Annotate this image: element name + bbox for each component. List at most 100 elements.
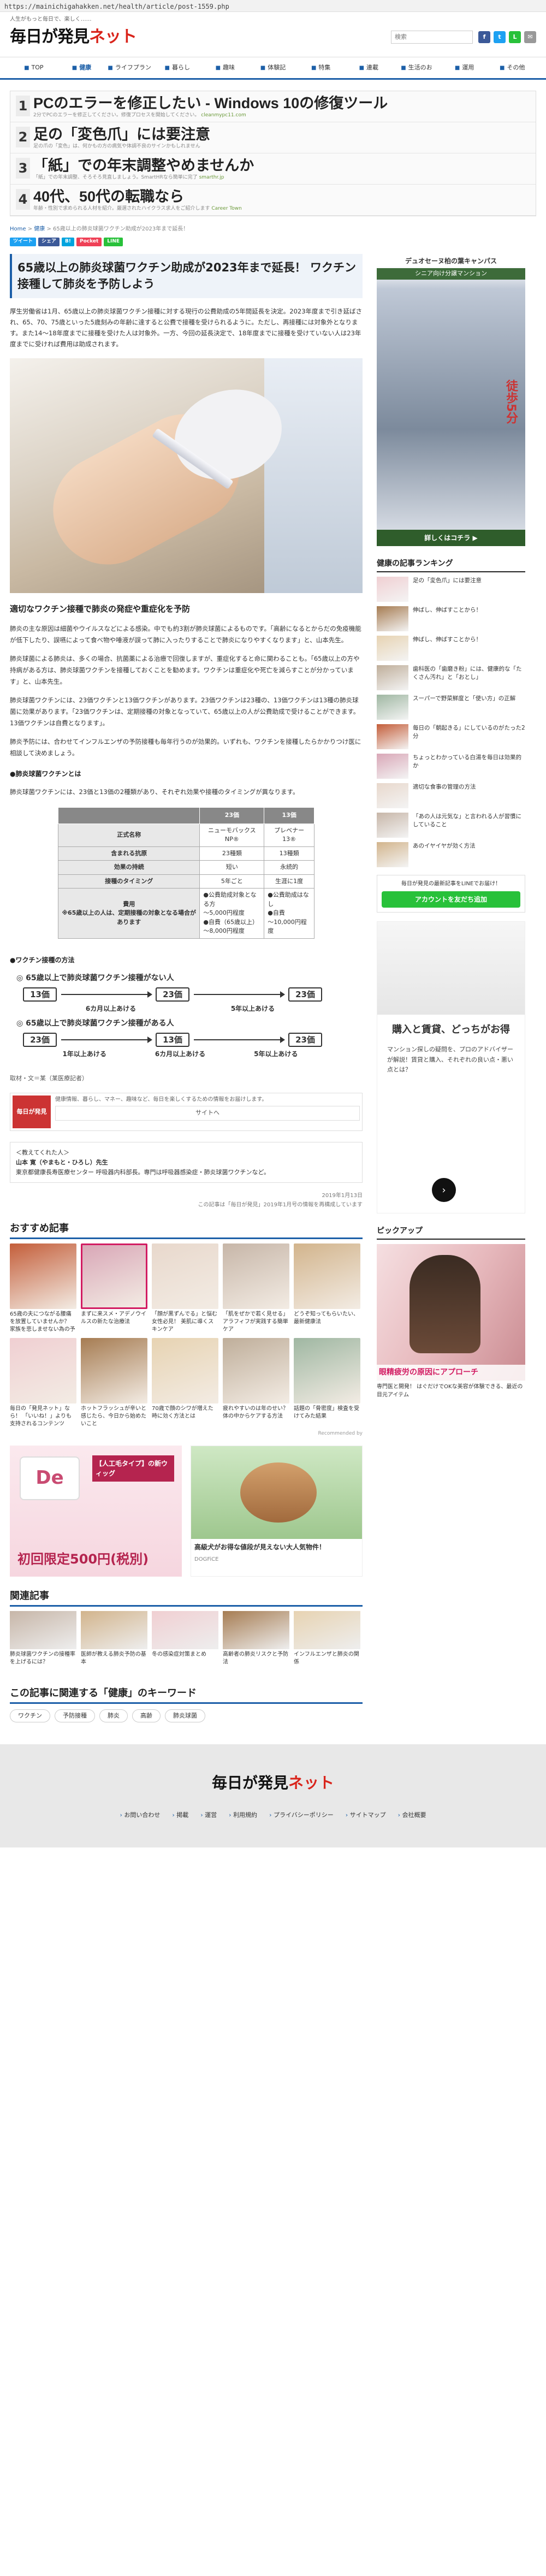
- related-item[interactable]: 高齢者の肺炎リスクと予防法: [223, 1610, 289, 1674]
- schedule-box: 23価: [288, 987, 322, 1002]
- nav-item[interactable]: ■ 運用: [441, 57, 489, 78]
- ranking-thumb: [377, 783, 408, 808]
- keyword-tag[interactable]: 肺炎: [99, 1709, 128, 1723]
- top-ad-title[interactable]: 40代、50代の転職なら: [33, 189, 530, 205]
- share-button[interactable]: ツイート: [10, 238, 37, 246]
- site-logo[interactable]: 毎日が発見ネット: [10, 25, 137, 49]
- top-ad-url[interactable]: cleanmypc11.com: [201, 112, 246, 118]
- related-thumb: [81, 1610, 147, 1649]
- ranking-item[interactable]: 「あの人は元気な」と言われる人が習慣にしていること: [377, 813, 525, 838]
- ranking-item[interactable]: ちょっとわかっている白湯を毎日は効果的か: [377, 754, 525, 779]
- share-icon[interactable]: ✉: [524, 31, 536, 43]
- recommend-card[interactable]: 毎日の「発見ネット」なら！ 「いいね！」よりも支持されるコンテンツ: [10, 1338, 76, 1428]
- top-ad-title[interactable]: PCのエラーを修正したい - Windows 10の修復ツール: [33, 96, 530, 112]
- ranking-thumb: [377, 813, 408, 838]
- ranking-item[interactable]: 毎日の「朝起きる」にしているのがたった2分: [377, 724, 525, 749]
- nav-item[interactable]: ■ 生活のお: [393, 57, 441, 78]
- footer-link[interactable]: プライバシーポリシー: [269, 1811, 334, 1820]
- ranking-item[interactable]: スーパーで野菜鮮度と「使い方」の正解: [377, 695, 525, 720]
- recommend-card[interactable]: 話題の「骨密度」検査を受けてみた結果: [294, 1338, 360, 1428]
- related-item[interactable]: インフルエンザと肺炎の関係: [294, 1610, 360, 1674]
- ranking-item[interactable]: 足の「変色爪」には要注意: [377, 577, 525, 602]
- nav-item[interactable]: ■ 暮らし: [153, 57, 201, 78]
- book-icon: ■: [359, 64, 365, 71]
- footer-link[interactable]: 掲載: [172, 1811, 188, 1820]
- nav-item[interactable]: ■ ライフプラン: [105, 57, 153, 78]
- top-ad-item[interactable]: 1 PCのエラーを修正したい - Windows 10の修復ツール 2分でPCのエラ…: [10, 91, 536, 122]
- ad-wig[interactable]: De 【人工毛タイプ】の新ウィッグ 初回限定500円(税別): [10, 1445, 182, 1577]
- ranking-item[interactable]: 伸ばし、伸ばすことから！: [377, 636, 525, 661]
- recommend-card[interactable]: 65歳の夫につながる腰痛を放置していませんか？ 家族を悲しませない為の予防法: [10, 1243, 76, 1334]
- recommend-card[interactable]: 「顔が黒ずんでる」と悩む女性必見！ 美肌に導くスキンケア: [152, 1243, 218, 1334]
- footer-link[interactable]: 運営: [200, 1811, 217, 1820]
- share-button[interactable]: B!: [62, 238, 74, 246]
- nav-item[interactable]: ■ 趣味: [201, 57, 250, 78]
- share-icon[interactable]: t: [494, 31, 506, 43]
- banner-button[interactable]: サイトへ: [55, 1106, 360, 1121]
- recommend-card[interactable]: 70歳で顔のシワが増えた時に効く方法とは: [152, 1338, 218, 1428]
- ranking-title: 歯科医の「歯磨き粉」には、健康的な「たくさん汚れ」と「おとし」: [413, 666, 522, 681]
- nav-item[interactable]: ■ その他: [488, 57, 536, 78]
- ranking-thumb: [377, 695, 408, 720]
- keyword-tag[interactable]: 高齢: [132, 1709, 161, 1723]
- footer-link[interactable]: サイトマップ: [346, 1811, 386, 1820]
- recommend-title: 70歳で顔のシワが増えた時に効く方法とは: [152, 1406, 213, 1420]
- ranking-title: 足の「変色爪」には要注意: [413, 577, 482, 584]
- breadcrumb-section[interactable]: 健康: [34, 226, 45, 232]
- ranking-item[interactable]: あのイヤイヤが効く方法: [377, 842, 525, 867]
- breadcrumb-home[interactable]: Home: [10, 226, 26, 232]
- nav-item[interactable]: ■ 連載: [345, 57, 393, 78]
- top-ad-url[interactable]: Career Town: [211, 206, 241, 211]
- related-item[interactable]: 肺炎球菌ワクチンの接種率を上げるには？: [10, 1610, 76, 1674]
- share-button[interactable]: シェア: [38, 238, 60, 246]
- share-icon[interactable]: L: [509, 31, 521, 43]
- share-icon[interactable]: f: [478, 31, 490, 43]
- recommend-card[interactable]: 「肌をぜかで若く見せる」アラフィフが実践する簡単ケア: [223, 1243, 289, 1334]
- keyword-tag[interactable]: 肺炎球菌: [165, 1709, 205, 1723]
- chevron-right-icon[interactable]: ›: [432, 1178, 456, 1202]
- sidebar: デュオセーヌ柏の葉キャンパス シニア向け分譲マンション 徒歩5分 詳しくはコチラ…: [377, 254, 525, 1722]
- top-ad-item[interactable]: 3 「紙」での年末調整やめませんか 「紙」での年末調整、そろそろ見直しましょう。Sm…: [10, 153, 536, 185]
- search-input[interactable]: [391, 31, 473, 44]
- sidead-detail-button[interactable]: 詳しくはコチラ ▶: [377, 530, 525, 546]
- ranking-item[interactable]: 歯科医の「歯磨き粉」には、健康的な「たくさん汚れ」と「おとし」: [377, 665, 525, 690]
- footer-link[interactable]: 会社概要: [398, 1811, 426, 1820]
- footer-logo[interactable]: 毎日が発見ネット: [10, 1772, 536, 1795]
- nav-item[interactable]: ■ TOP: [10, 57, 58, 78]
- share-button[interactable]: Pocket: [76, 238, 102, 246]
- line-add-friend-button[interactable]: アカウントを友だち追加: [382, 891, 520, 908]
- ranking-list: 足の「変色爪」には要注意 伸ばし、伸ばすことから！ 伸ばし、伸ばすことから！ 歯科医の…: [377, 577, 525, 867]
- recommend-card[interactable]: どうぞ知ってもらいたい、最新健康法: [294, 1243, 360, 1334]
- nav-item[interactable]: ■ 健康: [57, 57, 106, 80]
- recommend-card[interactable]: 疲れやすいのは年のせい？ 体の中からケアする方法: [223, 1338, 289, 1428]
- pickup-image[interactable]: 眼精疲労の原因にアプローチ: [377, 1244, 525, 1381]
- footer-link[interactable]: お問い合わせ: [120, 1811, 160, 1820]
- ranking-item[interactable]: 伸ばし、伸ばすことから！: [377, 606, 525, 631]
- nav-item[interactable]: ■ 特集: [297, 57, 345, 78]
- keyword-tag[interactable]: 予防接種: [55, 1709, 95, 1723]
- share-button[interactable]: LINE: [104, 238, 123, 246]
- article-paragraph: 肺炎予防には、合わせてインフルエンザの予防接種も毎年行うのが効果的。いずれも、ワ…: [10, 738, 361, 757]
- footer-link[interactable]: 利用規約: [229, 1811, 257, 1820]
- address-bar[interactable]: https://mainichigahakken.net/health/arti…: [0, 0, 546, 12]
- ranking-title: 伸ばし、伸ばすことから！: [413, 636, 482, 643]
- top-ad-title[interactable]: 「紙」での年末調整やめませんか: [33, 158, 530, 174]
- top-ad-url[interactable]: smarthr.jp: [199, 175, 224, 180]
- related-item[interactable]: 医師が教える肺炎予防の基本: [81, 1610, 147, 1674]
- nav-item[interactable]: ■ 体験記: [249, 57, 297, 78]
- ranking-title: あのイヤイヤが効く方法: [413, 843, 476, 849]
- recommend-card[interactable]: まずに来スメ・アデノウイルスの新たな治療法: [81, 1243, 147, 1334]
- top-ad-item[interactable]: 4 40代、50代の転職なら 年齢・性別で求められる人材を紹介。厳選されたハイクラス…: [10, 185, 536, 216]
- palette-icon: ■: [215, 64, 221, 71]
- schedule-box: 23価: [288, 1032, 322, 1047]
- recommend-card[interactable]: ホットフラッシュが辛いと感じたら、今日から始めたいこと: [81, 1338, 147, 1428]
- ad-dog[interactable]: 高級犬がお得な値段が見えない大人気物件！ DOGFiCE: [191, 1445, 363, 1577]
- related-item[interactable]: 冬の感染症対策まとめ: [152, 1610, 218, 1674]
- ranking-item[interactable]: 適切な食事の管理の方法: [377, 783, 525, 808]
- sidebar-ad-suumo[interactable]: 購入と賃貸、どっちがお得 マンション探しの疑問を、プロのアドバイザーが解説！賃貸…: [377, 921, 525, 1213]
- sidebar-ad-duoseine[interactable]: デュオセーヌ柏の葉キャンパス シニア向け分譲マンション 徒歩5分 詳しくはコチラ…: [377, 254, 525, 546]
- site-banner[interactable]: 毎日が発見 健康情報、暮らし、マネー、趣味など、毎日を楽しくするための情報をお届…: [10, 1093, 363, 1132]
- keyword-tag[interactable]: ワクチン: [10, 1709, 50, 1723]
- top-ad-item[interactable]: 2 足の「変色爪」には要注意 足の爪の「変色」は、何かもの方の病気や体調不良のサイン…: [10, 122, 536, 153]
- top-ad-title[interactable]: 足の「変色爪」には要注意: [33, 127, 530, 143]
